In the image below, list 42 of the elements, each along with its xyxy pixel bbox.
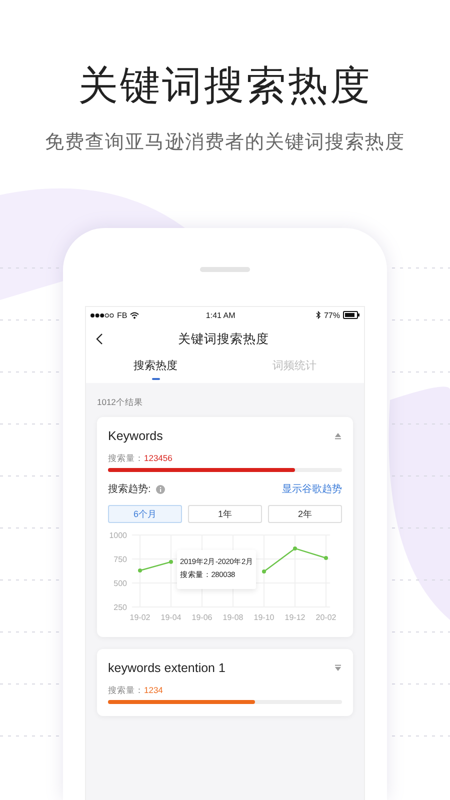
- result-count: 1012个结果: [96, 396, 144, 409]
- x-tick-label: 19-10: [254, 613, 274, 622]
- battery-percent: 77%: [324, 310, 340, 320]
- trend-label: 搜索趋势:: [108, 482, 151, 496]
- carrier-name: FB: [117, 310, 128, 320]
- phone-speaker: [200, 267, 250, 272]
- x-tick-label: 19-02: [130, 613, 150, 622]
- data-point: [293, 546, 297, 550]
- search-volume: 搜索量：123456: [108, 453, 174, 465]
- x-tick-label: 19-08: [222, 613, 244, 622]
- period-button[interactable]: 6个月: [108, 505, 182, 523]
- collapse-icon[interactable]: [334, 432, 342, 440]
- back-icon[interactable]: [96, 333, 103, 345]
- nav-title: 关键词搜索热度: [177, 330, 270, 348]
- subheadline: 免费查询亚马逊消费者的关键词搜索热度: [45, 131, 405, 155]
- tab[interactable]: 搜索热度: [86, 355, 225, 383]
- signal-icon: [90, 312, 114, 318]
- keyword-title: Keywords: [108, 429, 163, 443]
- period-button[interactable]: 2年: [268, 505, 342, 523]
- google-trends-link[interactable]: 显示谷歌趋势: [282, 482, 342, 496]
- battery-icon: [343, 311, 360, 319]
- x-tick-label: 19-12: [284, 613, 306, 622]
- data-point: [169, 560, 173, 564]
- bluetooth-icon: [316, 311, 321, 319]
- keyword-title: keywords extention 1: [108, 661, 226, 675]
- y-tick-label: 1000: [109, 531, 127, 540]
- headline: 关键词搜索热度: [78, 63, 372, 110]
- status-time: 1:41 AM: [204, 310, 236, 320]
- info-icon[interactable]: [156, 484, 165, 494]
- expand-icon[interactable]: [334, 664, 342, 672]
- period-button[interactable]: 1年: [188, 505, 262, 523]
- y-tick-label: 500: [114, 579, 127, 588]
- x-tick-label: 20-02: [316, 613, 336, 622]
- wifi-icon: [130, 312, 140, 318]
- x-tick-label: 19-06: [192, 613, 212, 622]
- data-point: [138, 568, 142, 573]
- x-tick-label: 19-04: [160, 613, 182, 622]
- data-point: [262, 569, 266, 574]
- data-point: [324, 556, 328, 560]
- y-tick-label: 750: [114, 555, 127, 564]
- y-tick-label: 250: [114, 603, 127, 612]
- search-volume: 搜索量：1234: [108, 685, 164, 697]
